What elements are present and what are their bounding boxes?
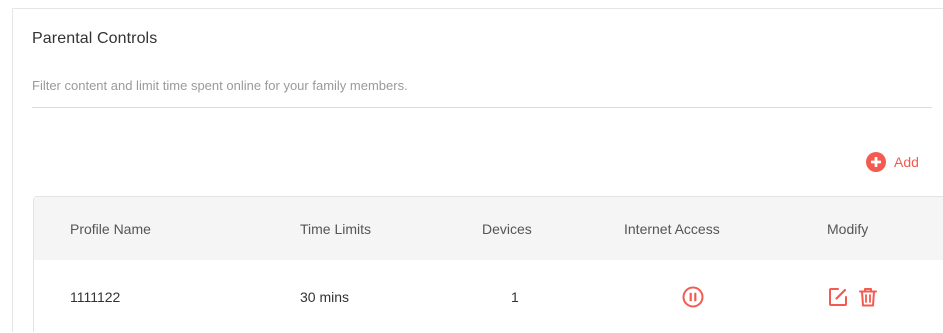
profile-name-cell: 1111122 bbox=[70, 288, 121, 305]
table-row: 1111122 30 mins 1 bbox=[34, 260, 943, 333]
devices-cell: 1 bbox=[511, 288, 519, 305]
plus-circle-icon bbox=[866, 152, 886, 172]
table-header: Profile Name Time Limits Devices Interne… bbox=[34, 197, 943, 260]
parental-controls-panel: Parental Controls Filter content and lim… bbox=[0, 0, 943, 333]
internet-access-cell bbox=[682, 260, 704, 333]
pause-circle-icon[interactable] bbox=[682, 286, 704, 308]
panel-border bbox=[12, 8, 943, 9]
column-header-devices: Devices bbox=[482, 220, 532, 237]
time-limits-cell: 30 mins bbox=[300, 288, 350, 305]
column-header-profile-name: Profile Name bbox=[70, 220, 151, 237]
panel-border bbox=[12, 8, 13, 332]
column-header-modify: Modify bbox=[827, 220, 869, 237]
modify-cell bbox=[827, 260, 879, 333]
add-button-label: Add bbox=[894, 154, 919, 170]
column-header-time-limits: Time Limits bbox=[300, 220, 372, 237]
page-title: Parental Controls bbox=[32, 30, 158, 47]
divider bbox=[32, 107, 932, 108]
delete-icon[interactable] bbox=[857, 286, 879, 308]
add-profile-button[interactable]: Add bbox=[866, 152, 919, 172]
column-header-internet-access: Internet Access bbox=[624, 220, 720, 237]
edit-icon[interactable] bbox=[827, 286, 849, 308]
page-description: Filter content and limit time spent onli… bbox=[32, 78, 408, 93]
profiles-table: Profile Name Time Limits Devices Interne… bbox=[33, 196, 943, 333]
